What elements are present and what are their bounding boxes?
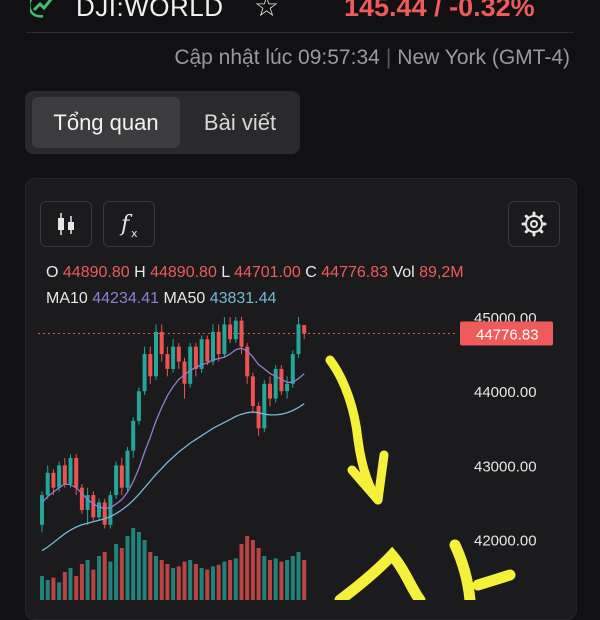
candle [222, 324, 227, 355]
candle [256, 406, 261, 429]
candle [102, 502, 107, 525]
volume-bar [228, 560, 233, 600]
volume-bar [279, 561, 284, 600]
volume-bar [245, 536, 250, 600]
current-price-label: 44776.83 [476, 327, 539, 344]
candle [233, 320, 238, 340]
candle [211, 331, 215, 362]
volume-bar [79, 564, 84, 600]
candle [97, 502, 101, 518]
volume-bar [296, 552, 301, 600]
volume-bar [188, 560, 193, 600]
candle [273, 368, 278, 399]
volume-bar [239, 544, 244, 600]
candle [40, 495, 44, 525]
volume-bar [62, 572, 67, 600]
candle [142, 354, 147, 392]
volume-bar [74, 576, 79, 600]
candle [51, 472, 56, 488]
annotation-scribble [449, 539, 516, 600]
candle [239, 320, 244, 347]
volume-bar [51, 577, 56, 600]
candle [193, 346, 198, 369]
volume-bar [273, 558, 278, 600]
candle [91, 495, 96, 518]
volume-bar [302, 560, 307, 600]
volume-bar [165, 564, 170, 600]
volume-bar [205, 569, 210, 600]
candle [148, 354, 153, 377]
volume-bar [262, 556, 267, 600]
volume-bar [108, 561, 113, 600]
candle [136, 391, 141, 421]
volume-bar [40, 576, 44, 600]
candle [302, 325, 307, 334]
volume-bar [85, 560, 90, 600]
volume-bar [131, 528, 136, 600]
candle [108, 495, 113, 525]
volume-bar [142, 540, 147, 600]
volume-bar [97, 556, 101, 600]
volume-bar [171, 568, 176, 600]
volume-bar [290, 556, 295, 600]
candle [68, 457, 73, 484]
candle [296, 324, 301, 355]
volume-bar [154, 556, 158, 600]
volume-bar [91, 569, 96, 600]
candle [176, 346, 181, 362]
candle [154, 331, 158, 377]
candle [79, 487, 84, 510]
volume-bar [159, 560, 164, 600]
volume-bar [250, 540, 255, 600]
candle [125, 450, 130, 488]
volume-bar [211, 566, 215, 600]
volume-bar [57, 582, 62, 600]
volume-bar [148, 552, 153, 600]
y-tick-label: 44000.00 [474, 384, 537, 401]
volume-bar [176, 566, 181, 600]
candle [165, 354, 170, 369]
candle [285, 383, 290, 392]
volume-bar [114, 544, 119, 600]
candle [250, 376, 255, 407]
y-tick-label: 42000.00 [474, 533, 537, 550]
volume-bar [233, 558, 238, 600]
y-tick-label: 43000.00 [474, 458, 537, 475]
candle [290, 354, 295, 384]
candle [228, 324, 233, 340]
volume-bar [125, 536, 130, 600]
volume-bar [136, 532, 141, 600]
candle [57, 465, 62, 488]
candle [268, 383, 272, 399]
candle [159, 331, 164, 355]
volume-bar [216, 564, 221, 600]
volume-bar [193, 564, 198, 600]
volume-bar [199, 568, 204, 600]
candle [188, 346, 193, 384]
volume-bar [182, 561, 187, 600]
volume-bar [222, 561, 227, 600]
candle [74, 457, 79, 488]
candle [182, 361, 187, 384]
candle [216, 331, 221, 355]
volume-bar [45, 580, 50, 600]
volume-bar [119, 548, 124, 600]
candle [131, 420, 136, 451]
volume-bar [268, 560, 272, 600]
candle [262, 383, 267, 429]
volume-bar [102, 552, 107, 600]
candle [171, 346, 176, 369]
candle [119, 465, 124, 488]
candle [45, 472, 50, 496]
annotation-scribble [334, 546, 426, 600]
price-chart[interactable]: 45000.0044000.0043000.0042000.0044776.83 [0, 0, 600, 600]
volume-bar [256, 548, 261, 600]
candle [205, 339, 210, 362]
candle [62, 465, 67, 484]
volume-bar [68, 568, 73, 600]
volume-bar [285, 560, 290, 600]
candle [114, 465, 119, 496]
